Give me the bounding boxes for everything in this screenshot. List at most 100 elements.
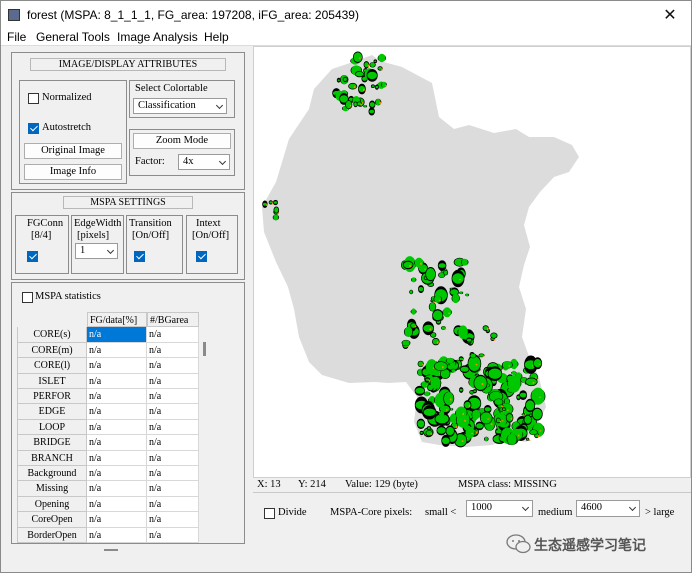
cell-fg-percent[interactable]: n/a — [87, 342, 147, 359]
cell-bg-area[interactable]: n/a — [147, 404, 199, 420]
original-image-button[interactable]: Original Image — [24, 143, 122, 159]
cell-bg-area[interactable]: n/a — [147, 419, 199, 436]
row-header[interactable]: PERFOR — [17, 389, 87, 405]
title-bar[interactable]: forest (MSPA: 8_1_1_1, FG_area: 197208, … — [1, 1, 691, 29]
cell-fg-percent[interactable]: n/a — [87, 358, 147, 374]
cell-fg-percent[interactable]: n/a — [87, 481, 147, 497]
forest-patch — [441, 326, 445, 330]
cell-fg-percent[interactable]: n/a — [87, 496, 147, 513]
cell-bg-area[interactable]: n/a — [147, 435, 199, 451]
forest-patch — [452, 273, 464, 284]
row-header[interactable]: EDGE — [17, 404, 87, 420]
forest-patch — [459, 291, 463, 294]
small-threshold-value: 1000 — [471, 502, 492, 513]
menu-file[interactable]: File — [7, 30, 26, 44]
image-info-button[interactable]: Image Info — [24, 164, 122, 180]
row-header[interactable]: CoreOpen — [17, 512, 87, 528]
cell-bg-area[interactable]: n/a — [147, 358, 199, 374]
cell-bg-area[interactable]: n/a — [147, 481, 199, 497]
row-header[interactable]: Background — [17, 466, 87, 482]
menu-general-tools[interactable]: General Tools — [36, 30, 110, 44]
menu-bar: File General Tools Image Analysis Help — [1, 29, 691, 46]
table-scroll-thumb[interactable] — [203, 342, 206, 356]
cell-fg-percent[interactable]: n/a — [87, 450, 147, 466]
row-header[interactable]: CORE(l) — [17, 358, 87, 374]
row-header[interactable]: ISLET — [17, 373, 87, 389]
close-button[interactable]: ✕ — [655, 4, 685, 26]
small-threshold-select[interactable]: 1000 — [466, 500, 533, 517]
cell-fg-percent[interactable]: n/a — [87, 419, 147, 436]
chevron-down-icon — [521, 503, 530, 512]
table-row: Missing n/a n/a — [17, 481, 201, 497]
column-header-fg[interactable]: FG/data[%] — [87, 312, 147, 328]
cell-fg-percent[interactable]: n/a — [87, 435, 147, 451]
row-header[interactable]: BRANCH — [17, 450, 87, 466]
forest-patch — [424, 268, 426, 270]
menu-image-analysis[interactable]: Image Analysis — [117, 30, 198, 44]
forest-patch — [426, 268, 436, 281]
cell-bg-area[interactable]: n/a — [147, 496, 199, 513]
forest-patch — [403, 261, 413, 269]
forest-patch — [420, 431, 423, 434]
table-row: BRIDGE n/a n/a — [17, 435, 201, 451]
row-header[interactable]: Opening — [17, 496, 87, 513]
row-header[interactable]: BorderOpen — [17, 527, 87, 543]
divide-checkbox[interactable] — [264, 508, 275, 519]
cell-fg-percent[interactable]: n/a — [87, 327, 147, 343]
colortable-select[interactable]: Classification — [133, 98, 227, 114]
cell-fg-percent[interactable]: n/a — [87, 512, 147, 528]
row-header[interactable]: CORE(s) — [17, 327, 87, 343]
edgewidth-label: EdgeWidth — [74, 218, 122, 229]
cell-fg-percent[interactable]: n/a — [87, 466, 147, 482]
cell-bg-area[interactable]: n/a — [147, 327, 199, 343]
forest-patch — [421, 364, 424, 366]
row-header[interactable]: LOOP — [17, 419, 87, 436]
forest-patch — [452, 293, 460, 304]
forest-patch — [480, 412, 492, 424]
forest-patch — [474, 376, 487, 390]
cell-bg-area[interactable]: n/a — [147, 466, 199, 482]
row-header[interactable]: BRIDGE — [17, 435, 87, 451]
cell-bg-area[interactable]: n/a — [147, 389, 199, 405]
forest-patch — [524, 415, 532, 424]
zoom-mode-button[interactable]: Zoom Mode — [133, 133, 231, 149]
cell-fg-percent[interactable]: n/a — [87, 389, 147, 405]
autostretch-checkbox[interactable] — [28, 123, 39, 134]
menu-help[interactable]: Help — [204, 30, 229, 44]
chevron-down-icon — [218, 157, 227, 166]
forest-patch — [450, 407, 453, 411]
forest-patch — [466, 293, 469, 297]
table-row: LOOP n/a n/a — [17, 419, 201, 436]
column-header-bg[interactable]: #/BGarea — [147, 312, 199, 328]
intext-checkbox[interactable] — [196, 251, 207, 262]
cell-fg-percent[interactable]: n/a — [87, 527, 147, 543]
cell-fg-percent[interactable]: n/a — [87, 373, 147, 389]
zoom-factor-select[interactable]: 4x — [178, 154, 230, 170]
row-header[interactable]: Missing — [17, 481, 87, 497]
bottom-controls: Divide MSPA-Core pixels: small < 1000 me… — [253, 494, 691, 534]
forest-patch — [528, 439, 531, 441]
transition-checkbox[interactable] — [134, 251, 145, 262]
cell-bg-area[interactable]: n/a — [147, 342, 199, 359]
cell-bg-area[interactable]: n/a — [147, 527, 199, 543]
medium-label: medium — [538, 507, 573, 518]
forest-patch — [467, 338, 472, 342]
fgconn-checkbox[interactable] — [27, 251, 38, 262]
cell-bg-area[interactable]: n/a — [147, 373, 199, 389]
forest-patch — [434, 361, 448, 371]
forest-map[interactable] — [254, 47, 690, 477]
mspa-statistics-checkbox[interactable] — [22, 292, 33, 303]
forest-patch — [507, 409, 509, 411]
row-header[interactable]: CORE(m) — [17, 342, 87, 359]
forest-patch — [411, 277, 416, 283]
normalized-checkbox[interactable] — [28, 93, 39, 104]
table-hscroll-thumb[interactable] — [104, 549, 118, 551]
edgewidth-select[interactable]: 1 — [75, 243, 118, 259]
cell-fg-percent[interactable]: n/a — [87, 404, 147, 420]
forest-patch — [337, 79, 340, 81]
cell-bg-area[interactable]: n/a — [147, 450, 199, 466]
medium-threshold-select[interactable]: 4600 — [576, 500, 640, 517]
image-display-panel[interactable] — [253, 46, 691, 478]
cell-bg-area[interactable]: n/a — [147, 512, 199, 528]
forest-patch — [345, 100, 352, 109]
